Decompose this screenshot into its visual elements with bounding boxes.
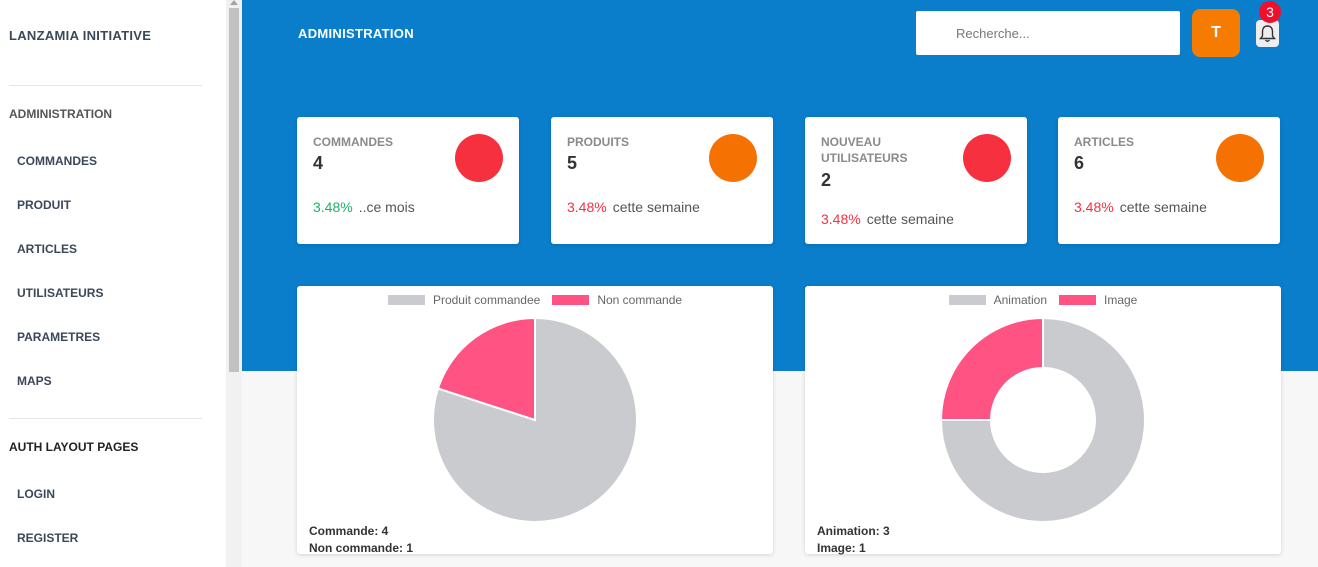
divider (9, 418, 202, 419)
stat-value: 4 (313, 153, 324, 173)
stat-icon-circle (963, 134, 1011, 182)
legend-swatch (1059, 295, 1096, 305)
stat-value: 6 (1074, 153, 1085, 173)
sidebar-item-utilisateurs[interactable]: UTILISATEURS (17, 286, 103, 300)
chart-summary: Animation: 3 Image: 1 (817, 523, 890, 557)
stat-footer: 3.48% cette semaine (1074, 199, 1207, 215)
legend-label: Non commande (597, 293, 683, 307)
sidebar: LANZAMIA INITIATIVE ADMINISTRATION COMMA… (0, 0, 226, 567)
stat-percentage: 3.48% (821, 211, 861, 227)
legend-item[interactable]: Image (1059, 293, 1137, 307)
brand-title[interactable]: LANZAMIA INITIATIVE (9, 28, 151, 43)
legend-swatch (948, 295, 986, 305)
stat-card-commandes[interactable]: COMMANDES 4 3.48% ..ce mois (297, 117, 519, 244)
avatar[interactable]: T (1192, 9, 1240, 57)
summary-line: Non commande: 1 (309, 541, 414, 555)
stat-percentage: 3.48% (567, 199, 607, 215)
legend-item[interactable]: Non commande (552, 293, 682, 307)
stat-period: cette semaine (1119, 199, 1207, 215)
stat-label: COMMANDES (313, 135, 393, 149)
chart-summary: Commande: 4 Non commande: 1 (309, 523, 413, 557)
doughnut-chart (939, 316, 1146, 523)
legend-swatch (387, 295, 425, 305)
page-title: ADMINISTRATION (298, 26, 414, 41)
legend-item[interactable]: Animation (948, 293, 1047, 307)
notification-badge: 3 (1259, 1, 1281, 23)
stat-value: 5 (567, 153, 578, 173)
stat-icon-circle (455, 134, 503, 182)
legend-label: Produit commandee (432, 293, 541, 307)
stat-percentage: 3.48% (1074, 199, 1114, 215)
stat-card-produits[interactable]: PRODUITS 5 3.48% cette semaine (551, 117, 773, 244)
legend-item[interactable]: Produit commandee (387, 293, 541, 307)
stat-period: cette semaine (866, 211, 954, 227)
legend-label: Image (1104, 293, 1138, 307)
scroll-thumb[interactable] (229, 8, 239, 372)
summary-line: Commande: 4 (309, 524, 389, 538)
chart-legend: Produit commandee Non commande (297, 293, 773, 307)
stat-icon-circle (709, 134, 757, 182)
stat-percentage: 3.48% (313, 199, 353, 215)
sidebar-item-articles[interactable]: ARTICLES (17, 242, 77, 256)
sidebar-item-register[interactable]: REGISTER (17, 531, 78, 545)
legend-label: Animation (993, 293, 1047, 307)
stat-footer: 3.48% ..ce mois (313, 199, 415, 215)
stat-footer: 3.48% cette semaine (821, 211, 954, 227)
chart-slice-2[interactable] (939, 316, 1044, 421)
stat-label: ARTICLES (1074, 135, 1134, 149)
divider (9, 85, 202, 86)
chart-legend: Animation Image (805, 293, 1281, 307)
legend-swatch (552, 295, 590, 305)
chart-card-commandes: Produit commandee Non commande Commande:… (297, 286, 773, 557)
sidebar-item-login[interactable]: LOGIN (17, 487, 55, 501)
summary-line: Animation: 3 (817, 524, 890, 538)
sidebar-scrollbar[interactable] (226, 0, 242, 567)
stat-label: NOUVEAU UTILISATEURS (821, 135, 908, 165)
scroll-up-arrow-icon[interactable] (230, 0, 238, 5)
sidebar-item-produit[interactable]: PRODUIT (17, 198, 71, 212)
sidebar-item-parametres[interactable]: PARAMETRES (17, 330, 100, 344)
search-input[interactable] (916, 11, 1180, 55)
sidebar-item-commandes[interactable]: COMMANDES (17, 154, 97, 168)
chart-card-media: Animation Image Animation: 3 Image: 1 (805, 286, 1281, 557)
stat-icon-circle (1216, 134, 1264, 182)
sidebar-section-auth: AUTH LAYOUT PAGES (9, 440, 139, 454)
stat-label: PRODUITS (567, 135, 630, 149)
bell-icon (1259, 25, 1276, 42)
stat-value: 2 (821, 170, 832, 190)
stat-card-articles[interactable]: ARTICLES 6 3.48% cette semaine (1058, 117, 1280, 244)
stat-period: ..ce mois (358, 199, 415, 215)
sidebar-section-administration: ADMINISTRATION (9, 107, 113, 121)
sidebar-item-maps[interactable]: MAPS (17, 374, 52, 388)
pie-chart (432, 316, 638, 523)
stat-period: cette semaine (612, 199, 700, 215)
stat-footer: 3.48% cette semaine (567, 199, 700, 215)
summary-line: Image: 1 (817, 541, 866, 555)
stat-card-nouveau-utilisateurs[interactable]: NOUVEAU UTILISATEURS 2 3.48% cette semain… (805, 117, 1027, 244)
notifications-button[interactable] (1256, 20, 1279, 47)
